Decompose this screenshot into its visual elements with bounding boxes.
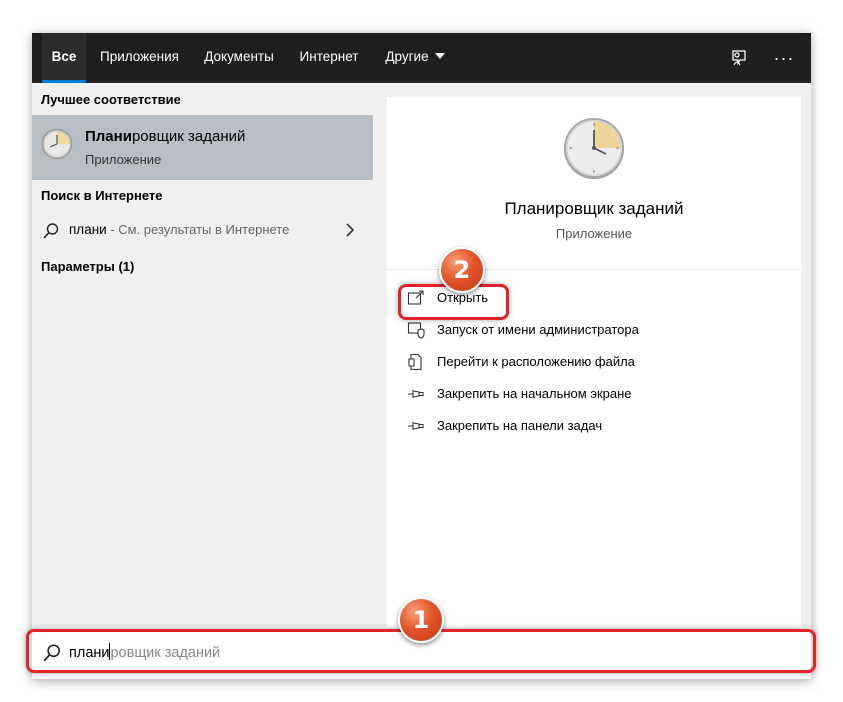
- search-scope-bar: Все Приложения Документы Интернет Другие…: [32, 33, 811, 83]
- tab-web[interactable]: Интернет: [292, 33, 366, 83]
- preview-pane: Планировщик заданий Приложение Открыть З…: [387, 97, 801, 627]
- feedback-button[interactable]: [721, 33, 757, 83]
- action-pin-to-taskbar[interactable]: Закрепить на панели задач: [407, 414, 787, 438]
- pin-icon: [408, 422, 424, 430]
- results-pane: Лучшее соответствие Планировщик заданий …: [32, 83, 373, 627]
- tab-all[interactable]: Все: [42, 33, 86, 83]
- chevron-down-icon: [434, 53, 445, 60]
- chevron-right-icon: [346, 223, 355, 237]
- preview-app-type: Приложение: [555, 226, 633, 241]
- more-options-button[interactable]: ···: [766, 33, 802, 83]
- tab-all-label: Все: [51, 49, 77, 64]
- action-pin-to-start[interactable]: Закрепить на начальном экране: [407, 382, 787, 406]
- preview-app-title: Планировщик заданий: [504, 199, 684, 218]
- best-match-name-bold: Плани: [85, 128, 132, 145]
- tab-more-label: Другие: [385, 49, 429, 64]
- best-match-type: Приложение: [85, 152, 162, 167]
- web-search-heading: Поиск в Интернете: [41, 188, 163, 203]
- task-scheduler-clock-icon: [41, 128, 73, 160]
- start-search-window: Все Приложения Документы Интернет Другие…: [32, 33, 811, 679]
- web-result-query: плани: [69, 222, 107, 237]
- ellipsis-icon: ···: [773, 48, 795, 68]
- action-pin-to-taskbar-label: Закрепить на панели задач: [437, 418, 603, 433]
- step-badge-1: 1: [398, 597, 444, 643]
- best-match-item[interactable]: Планировщик заданий Приложение: [32, 115, 373, 180]
- action-open-file-location-label: Перейти к расположению файла: [437, 354, 635, 369]
- best-match-name-rest: ровщик заданий: [131, 128, 246, 145]
- tab-apps-label: Приложения: [100, 49, 179, 64]
- tab-more[interactable]: Другие: [376, 33, 454, 83]
- tab-documents[interactable]: Документы: [197, 33, 281, 83]
- tab-web-label: Интернет: [299, 49, 359, 64]
- step-badge-2: 2: [439, 247, 485, 293]
- settings-heading[interactable]: Параметры (1): [41, 259, 134, 274]
- tab-apps[interactable]: Приложения: [94, 33, 185, 83]
- pin-icon: [408, 390, 424, 398]
- search-icon: [43, 223, 59, 239]
- action-run-as-admin-label: Запуск от имени администратора: [437, 322, 639, 337]
- tab-documents-label: Документы: [204, 49, 274, 64]
- feedback-icon: [732, 50, 746, 66]
- admin-shield-icon: [407, 322, 425, 339]
- task-scheduler-clock-icon: [564, 118, 624, 179]
- web-result-item[interactable]: плани - См. результаты в Интернете: [32, 217, 373, 245]
- web-result-hint: - См. результаты в Интернете: [106, 222, 290, 237]
- best-match-name: Планировщик заданий: [85, 128, 245, 145]
- best-match-heading: Лучшее соответствие: [41, 92, 181, 107]
- action-open-file-location[interactable]: Перейти к расположению файла: [407, 350, 787, 374]
- action-run-as-admin[interactable]: Запуск от имени администратора: [407, 318, 787, 342]
- file-location-icon: [408, 353, 422, 371]
- web-result-text: плани - См. результаты в Интернете: [69, 222, 289, 237]
- action-pin-to-start-label: Закрепить на начальном экране: [437, 386, 632, 401]
